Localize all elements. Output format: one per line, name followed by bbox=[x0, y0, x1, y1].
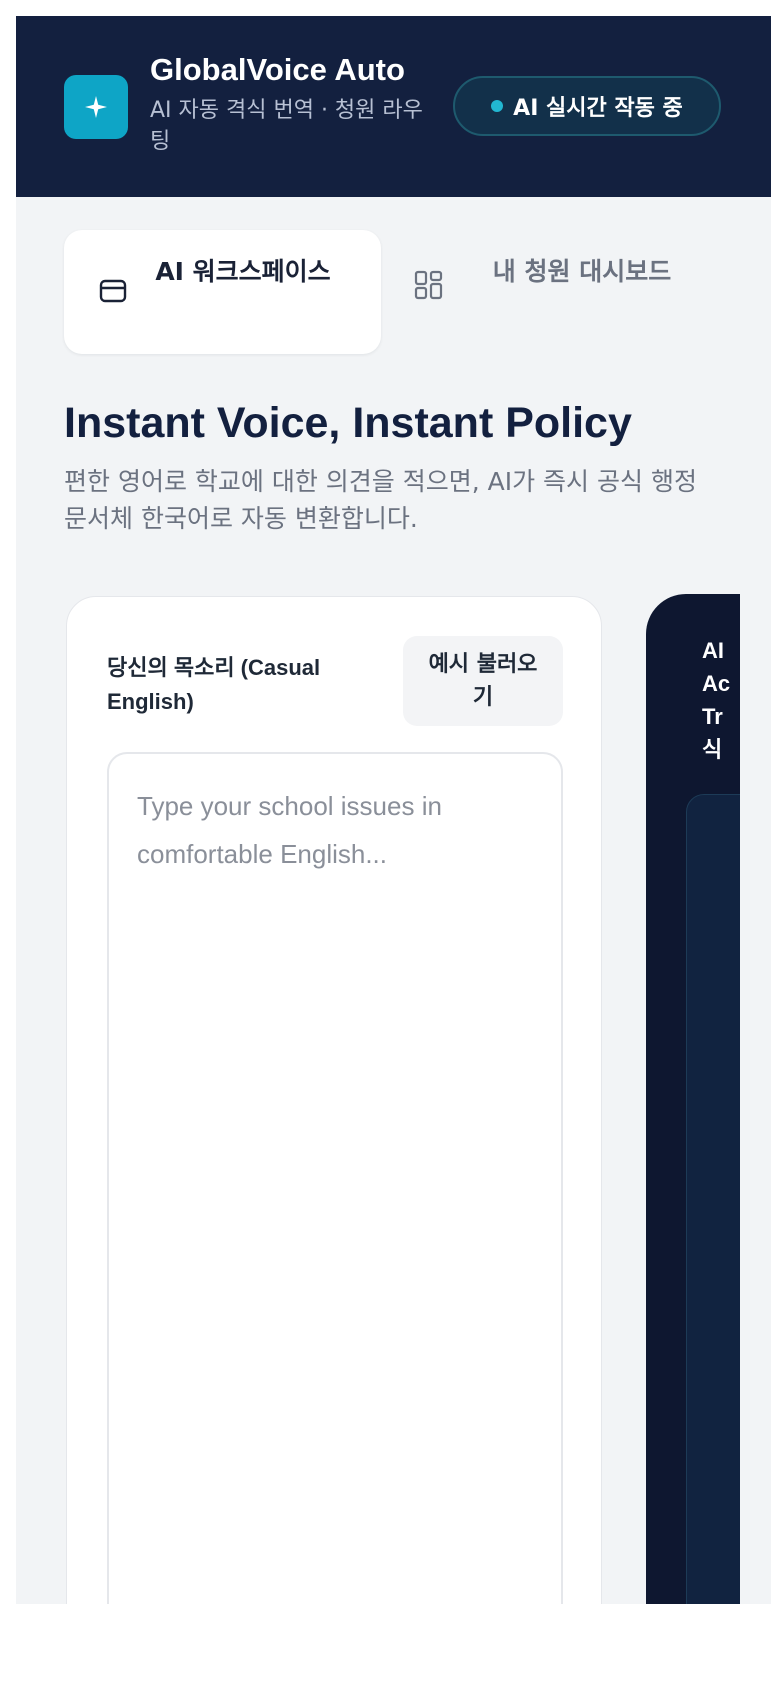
status-label: AI 실시간 작동 중 bbox=[513, 96, 683, 121]
page-subtitle: 편한 영어로 학교에 대한 의견을 적으면, AI가 즉시 공식 행정 문서체 … bbox=[64, 467, 697, 533]
tab-label: AI 워크스페이스 bbox=[155, 257, 331, 286]
input-label: 당신의 목소리 (Casual English) bbox=[107, 655, 321, 714]
app-subtitle: AI 자동 격식 번역 · 청원 라우팅 bbox=[150, 98, 423, 154]
status-dot-icon bbox=[491, 100, 504, 112]
viewport-edge bbox=[740, 576, 771, 1604]
grid-icon bbox=[414, 270, 443, 300]
load-example-button[interactable]: 예시 불러오기 bbox=[403, 636, 563, 726]
status-badge: AI 실시간 작동 중 bbox=[453, 76, 721, 136]
page-title: Instant Voice, Instant Policy bbox=[64, 399, 632, 447]
tab-petition-dashboard[interactable]: 내 청원 대시보드 bbox=[396, 230, 726, 354]
casual-english-input[interactable] bbox=[107, 752, 563, 1604]
tab-ai-workspace[interactable]: AI 워크스페이스 bbox=[64, 230, 381, 354]
tab-label: 내 청원 대시보드 bbox=[492, 257, 672, 286]
input-card: 당신의 목소리 (Casual English) 예시 불러오기 bbox=[66, 596, 602, 1604]
app-header: GlobalVoice Auto AI 자동 격식 번역 · 청원 라우팅 AI… bbox=[16, 16, 771, 197]
app-title: GlobalVoice Auto bbox=[150, 52, 405, 87]
app-logo bbox=[64, 75, 128, 139]
app-window: GlobalVoice Auto AI 자동 격식 번역 · 청원 라우팅 AI… bbox=[16, 16, 771, 1604]
card-icon bbox=[99, 279, 127, 303]
sparkle-icon bbox=[85, 96, 107, 118]
